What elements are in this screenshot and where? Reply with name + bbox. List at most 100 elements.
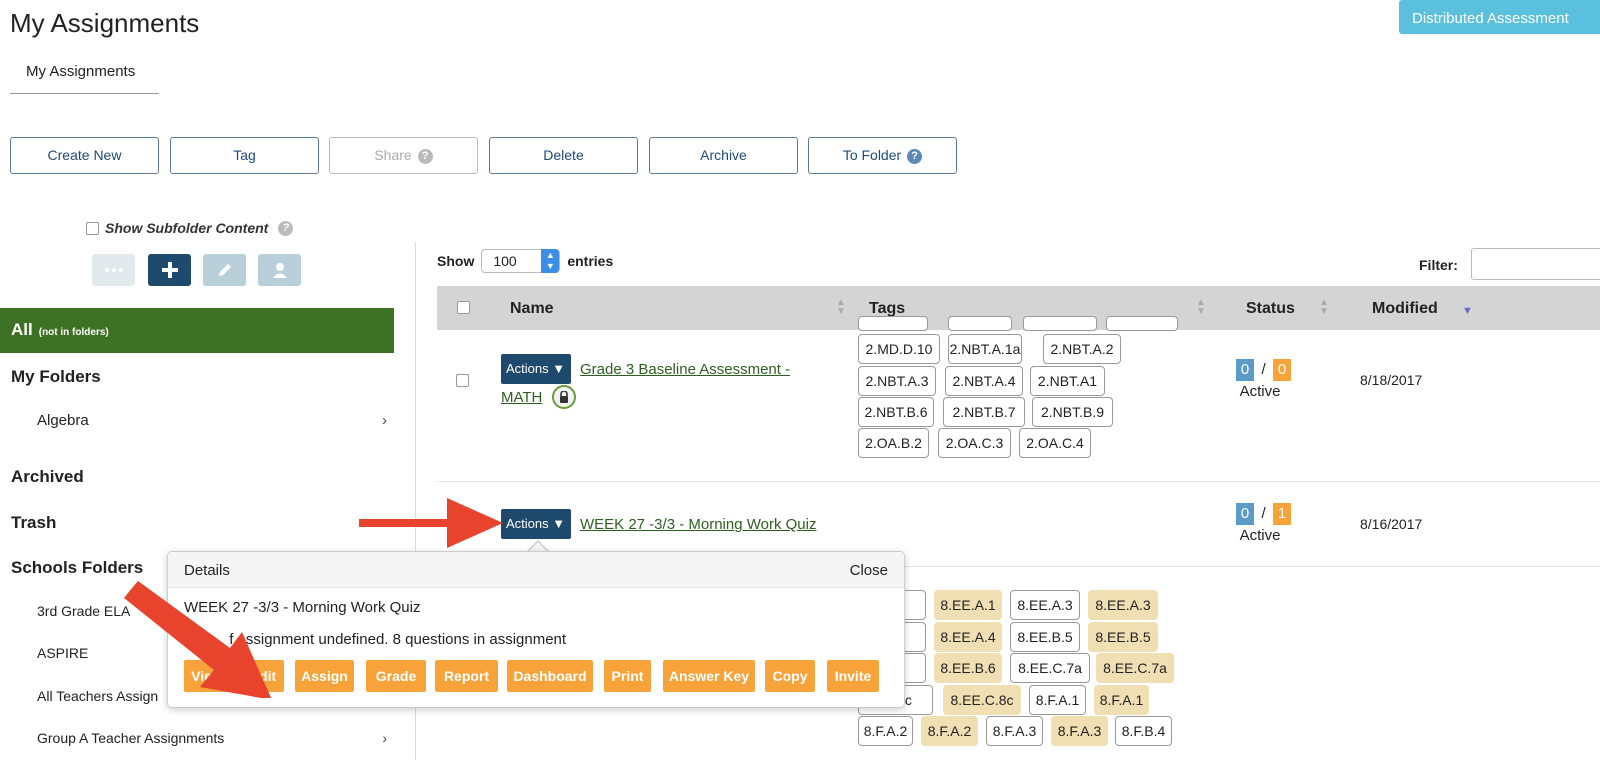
tag-chip: 2.OA.C.3 [938,428,1011,458]
tag-chip-partial [948,316,1012,331]
entries-label: entries [567,253,614,269]
tag-chip: 8.EE.B.5 [1010,622,1080,652]
tag-chip: 8.F.A.1 [1094,685,1149,715]
status-counts: 0 / 0 [1236,359,1292,381]
entries-value: 100 [493,253,517,269]
tag-chip: 8.EE.B.6 [934,653,1002,683]
red-arrow-diagonal-icon [124,581,272,698]
status-closed-count: 0 [1273,359,1292,381]
sidebar-item-group-a[interactable]: Group A Teacher Assignments › [37,730,387,746]
distributed-assessment-button[interactable]: Distributed Assessment [1399,0,1600,34]
modified-date: 8/18/2017 [1360,372,1423,388]
actions-dropdown[interactable]: Actions ▼ [501,354,571,384]
sidebar-item-algebra[interactable]: Algebra › [37,412,387,429]
tab-my-assignments[interactable]: My Assignments [10,54,159,94]
archive-button[interactable]: Archive [649,137,798,174]
status-open-count: 0 [1236,359,1254,381]
sidebar-item-label: Group A Teacher Assignments [37,730,225,746]
sort-icon[interactable]: ▲ ▼ [836,298,846,317]
folder-all-label: All [11,320,33,339]
tag-chip-partial [1023,316,1097,331]
my-folders-heading: My Folders [11,367,101,386]
print-button[interactable]: Print [604,660,651,692]
row-divider [437,481,1600,482]
report-button[interactable]: Report [435,660,498,692]
tag-chip-partial [858,316,928,331]
tag-button[interactable]: Tag [170,137,319,174]
status-text: Active [1239,527,1281,544]
dashboard-button[interactable]: Dashboard [507,660,593,692]
schools-folders-heading: Schools Folders [11,558,144,577]
chevron-right-icon: › [382,412,387,429]
column-status[interactable]: Status [1246,300,1295,318]
delete-button[interactable]: Delete [489,137,638,174]
red-arrow-right-icon [359,498,503,548]
create-new-button[interactable]: Create New [10,137,159,174]
entries-select[interactable]: 100 ▲ ▼ [481,249,561,273]
archived-folder[interactable]: Archived [11,467,84,487]
to-folder-button[interactable]: To Folder? [808,137,957,174]
actions-dropdown[interactable]: Actions ▼ [501,509,571,539]
close-button[interactable]: Close [850,562,888,579]
tag-chip: 8.EE.A.3 [1010,590,1080,620]
sort-icon[interactable]: ▲ ▼ [1196,298,1206,317]
tag-chip: 8.F.B.4 [1115,716,1172,746]
user-icon[interactable] [258,254,301,286]
assignment-link[interactable]: MATH [501,389,542,406]
copy-button[interactable]: Copy [765,660,815,692]
help-icon[interactable]: ? [278,220,294,236]
column-modified[interactable]: Modified [1372,300,1438,318]
pencil-icon[interactable] [203,254,246,286]
tag-chip: 8.EE.C.7a [1096,653,1174,683]
tag-chip: 2.NBT.A.1a [948,334,1022,364]
assignment-link[interactable]: WEEK 27 -3/3 - Morning Work Quiz [580,516,816,533]
status-open-count: 0 [1236,503,1254,525]
show-subfolder-checkbox[interactable] [86,221,99,235]
invite-button[interactable]: Invite [827,660,879,692]
folder-all-sub: (not in folders) [38,327,109,338]
tag-chip: 8.EE.A.3 [1088,590,1158,620]
show-subfolder-toggle[interactable]: Show Subfolder Content ? [86,220,294,236]
tag-chip: 2.NBT.B.9 [1032,397,1113,427]
popover-header: Details Close [168,552,904,588]
status-text: Active [1239,383,1281,400]
tag-chip: 2.OA.C.4 [1019,428,1091,458]
tag-chip: 2.NBT.A.3 [858,366,936,396]
answer-key-button[interactable]: Answer Key [663,660,755,692]
column-name[interactable]: Name [510,300,554,318]
grade-button[interactable]: Grade [366,660,426,692]
help-icon[interactable]: ? [907,149,923,164]
tag-chip: 8.EE.C.8c [943,685,1021,715]
sidebar-item-label: Algebra [37,412,89,429]
status-counts: 0 / 1 [1236,503,1292,525]
more-icon[interactable] [92,254,135,286]
row-checkbox[interactable] [456,374,469,387]
page-title: My Assignments [10,8,200,38]
trash-folder[interactable]: Trash [11,513,56,533]
tag-chip: 8.EE.B.5 [1088,622,1158,652]
assign-button[interactable]: Assign [295,660,354,692]
tag-chip: 2.NBT.B.7 [943,397,1025,427]
to-folder-label: To Folder [842,147,902,163]
modified-date: 8/16/2017 [1360,516,1423,532]
plus-icon[interactable] [148,254,191,286]
tag-chip: 8.EE.A.4 [934,622,1002,652]
tag-chip: 8.EE.A.1 [934,590,1002,620]
filter-label: Filter: [1419,257,1458,273]
help-icon[interactable]: ? [417,149,433,164]
filter-input[interactable] [1471,248,1600,280]
assignment-link[interactable]: Grade 3 Baseline Assessment - [580,361,790,378]
select-all-checkbox[interactable] [457,301,470,314]
tag-chip: 8.F.A.1 [1029,685,1086,715]
status-closed-count: 1 [1273,503,1292,525]
tag-chip: 8.F.A.3 [986,716,1043,746]
status-separator: / [1261,361,1266,379]
sort-icon[interactable]: ▲ ▼ [1319,298,1329,317]
share-button[interactable]: Share? [329,137,478,174]
sort-desc-icon[interactable]: ▼ [1462,305,1473,317]
show-label: Show [437,253,475,269]
tag-chip: 2.NBT.A.2 [1043,334,1121,364]
tag-chip: 2.OA.B.2 [858,428,929,458]
tag-chip: 2.NBT.A.4 [945,366,1023,396]
folder-all[interactable]: All (not in folders) [0,308,394,353]
